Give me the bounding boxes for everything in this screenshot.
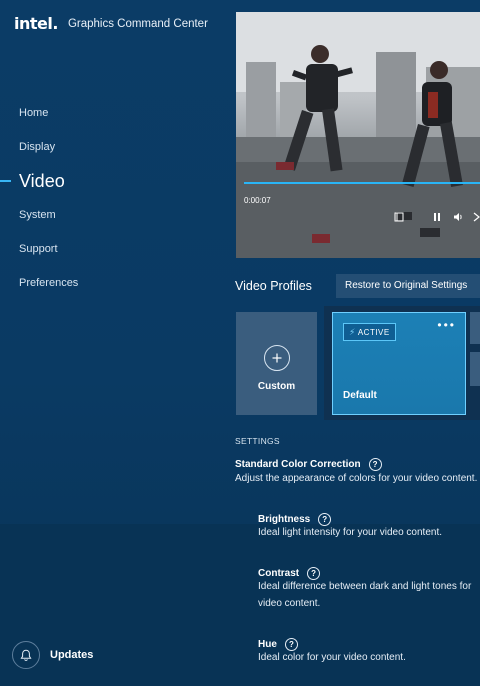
sidebar-item-label: Video [19,170,65,191]
sidebar-item-label: Display [19,141,56,153]
app-window: intel. Graphics Command Center Home Disp… [0,0,480,686]
contrast-desc-line2: video content. [258,598,321,609]
profile-card-partial[interactable] [470,312,480,344]
sidebar-item-home[interactable]: Home [0,96,222,130]
sidebar: intel. Graphics Command Center Home Disp… [0,0,222,686]
sidebar-item-support[interactable]: Support [0,232,222,266]
sidebar-item-video[interactable]: Video [0,164,222,198]
intel-logo: intel. [14,14,58,33]
video-progress-bar[interactable] [244,182,480,184]
help-icon[interactable]: ? [368,458,382,471]
brightness-desc: Ideal light intensity for your video con… [258,527,442,538]
setting-title-label: Standard Color Correction [235,459,361,470]
updates-button[interactable]: Updates [12,641,93,669]
settings-heading: SETTINGS [235,436,280,446]
sidebar-item-label: Support [19,243,58,255]
video-timecode: 0:00:07 [244,196,271,205]
hue-desc: Ideal color for your video content. [258,652,406,663]
active-badge: ⚡︎ ACTIVE [343,323,396,341]
default-profile-label: Default [343,390,377,401]
bell-icon [12,641,40,669]
active-badge-label: ACTIVE [357,327,390,337]
sidebar-item-system[interactable]: System [0,198,222,232]
fullscreen-icon[interactable] [394,212,404,225]
video-progress-fill [244,182,480,184]
plus-icon [263,345,290,371]
standard-color-correction-title: Standard Color Correction ? [235,458,382,471]
sidebar-item-preferences[interactable]: Preferences [0,266,222,300]
video-player[interactable]: 0:00:07 [236,12,480,258]
setting-title-label: Brightness [258,514,311,525]
chevron-right-icon[interactable] [473,212,480,225]
default-profile-card[interactable]: ⚡︎ ACTIVE ••• Default [332,312,466,415]
setting-title-label: Contrast [258,568,300,579]
app-title: Graphics Command Center [67,17,208,30]
sidebar-item-label: System [19,209,56,221]
brand: intel. Graphics Command Center [14,14,208,33]
volume-icon[interactable] [453,212,464,225]
standard-color-correction-desc: Adjust the appearance of colors for your… [235,473,478,484]
contrast-desc-line1: Ideal difference between dark and light … [258,581,472,592]
custom-profile-card[interactable]: Custom [236,312,317,415]
sidebar-item-label: Home [19,107,49,119]
sidebar-item-display[interactable]: Display [0,130,222,164]
video-profiles-title: Video Profiles [235,279,312,293]
updates-label: Updates [50,649,94,661]
custom-profile-label: Custom [257,381,296,392]
sidebar-item-label: Preferences [19,277,79,289]
more-options-icon[interactable]: ••• [437,318,456,332]
lightning-icon: ⚡︎ [349,326,356,337]
restore-original-settings-button[interactable]: Restore to Original Settings [336,274,480,298]
active-indicator [0,180,11,182]
pause-icon[interactable] [432,212,442,225]
setting-title-label: Hue [258,639,277,650]
video-frame-illustration [236,12,480,258]
profile-card-partial[interactable] [470,352,480,386]
sidebar-nav: Home Display Video System Support Prefer… [0,96,222,300]
